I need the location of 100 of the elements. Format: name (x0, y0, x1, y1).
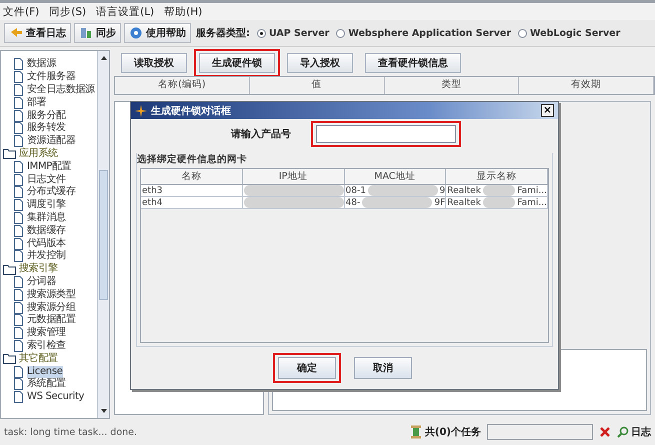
server-radio[interactable]: Websphere Application Server (336, 28, 512, 38)
document-icon (13, 160, 24, 173)
folder-icon (3, 148, 16, 160)
table-cell: eth3 (141, 185, 243, 197)
task-count: 共(0)个任务 (424, 426, 481, 439)
tree-item[interactable]: 服务分配 (27, 110, 66, 122)
column-header: 名称 (141, 169, 243, 184)
menu-item[interactable]: 帮助(H) (164, 4, 202, 18)
column-header: MAC地址 (344, 169, 446, 184)
scroll-thumb[interactable] (99, 170, 108, 300)
menu-item[interactable]: 语言设置(L) (96, 4, 154, 18)
menu-item[interactable]: 文件(F) (3, 4, 40, 18)
document-icon (13, 224, 24, 237)
document-icon (13, 122, 24, 134)
close-button[interactable]: × (541, 104, 554, 117)
cross-icon (599, 426, 611, 438)
tree-item[interactable]: 并发控制 (27, 250, 66, 262)
server-type-label: 服务器类型: (196, 26, 250, 40)
tree-item[interactable]: 系统配置 (27, 378, 66, 390)
dialog-title: 生成硬件锁对话框 (151, 104, 232, 118)
tree-item[interactable]: 集群消息 (27, 212, 66, 224)
server-radio[interactable]: UAP Server (257, 28, 330, 38)
tree-item[interactable]: 调度引擎 (27, 199, 66, 212)
cell-text: 9F (434, 198, 446, 208)
document-icon (13, 212, 24, 224)
action-button[interactable]: 导入授权 (287, 53, 353, 73)
tree-item[interactable]: 服务转发 (27, 122, 66, 134)
action-button[interactable]: 读取授权 (121, 53, 187, 73)
document-icon (13, 327, 24, 340)
scroll-up-icon[interactable] (100, 56, 106, 60)
spool-icon (410, 425, 422, 439)
document-icon (13, 302, 24, 314)
scroll-down-icon[interactable] (100, 409, 106, 413)
column-header: 值 (250, 77, 384, 94)
document-icon (13, 58, 24, 70)
document-icon (13, 238, 24, 250)
tree-item[interactable]: 搜索管理 (27, 327, 66, 340)
star-icon (135, 104, 147, 116)
cell-text: 9 (440, 186, 446, 196)
tree-item[interactable]: License (27, 366, 63, 378)
menu-item[interactable]: 同步(S) (49, 4, 86, 18)
cell-text: Realtek (447, 198, 481, 208)
tree-item[interactable]: 索引检查 (27, 340, 66, 352)
tree-item[interactable]: 应用系统 (19, 148, 58, 160)
tree-item[interactable]: 文件服务器 (27, 71, 76, 84)
document-icon (13, 378, 24, 390)
column-header: 名称(编码) (115, 77, 250, 94)
tree-item[interactable]: 搜索引擎 (19, 263, 58, 276)
toolbar-button[interactable]: 使用帮助 (124, 23, 191, 43)
document-icon (13, 199, 24, 212)
document-icon (13, 135, 24, 148)
document-icon (13, 84, 24, 96)
tree-item[interactable]: 日志文件 (27, 174, 66, 186)
document-icon (13, 366, 24, 378)
cell-text: 48- (346, 198, 360, 208)
document-icon (13, 314, 24, 326)
document-icon (13, 391, 24, 404)
tree-item[interactable]: 安全日志数据源 (27, 84, 95, 96)
tree-item[interactable]: 代码版本 (27, 238, 66, 250)
tree-item[interactable]: WS Security (27, 391, 84, 404)
scrollbar[interactable] (97, 51, 109, 418)
toolbar-button[interactable]: 查看日志 (4, 23, 71, 43)
document-icon (13, 288, 24, 301)
tree-item[interactable]: 数据源 (27, 58, 56, 70)
status-message: task: long time task... done. (4, 426, 138, 438)
chart-icon (79, 26, 93, 40)
document-icon (13, 186, 24, 198)
log-button[interactable]: 日志 (617, 425, 651, 439)
tree-item[interactable]: 数据缓存 (27, 224, 66, 237)
column-header: IP地址 (242, 169, 344, 184)
tree-item[interactable]: 分布式缓存 (27, 186, 76, 198)
product-number-field[interactable] (316, 125, 456, 143)
tree-item[interactable]: 分词器 (27, 276, 56, 288)
document-icon (13, 71, 24, 84)
tree-item[interactable]: 其它配置 (19, 352, 58, 365)
tree-item[interactable]: 部署 (27, 96, 46, 109)
tree-item[interactable]: 搜索源类型 (27, 288, 76, 301)
tree-item[interactable]: 资源适配器 (27, 135, 76, 148)
action-button[interactable]: 生成硬件锁 (199, 53, 275, 73)
document-icon (13, 340, 24, 352)
server-radio[interactable]: WebLogic Server (518, 28, 620, 38)
toolbar-button[interactable]: 同步 (74, 23, 121, 43)
arrow-icon (9, 26, 23, 40)
table-cell: eth4 (141, 197, 243, 209)
dialog-button[interactable]: 取消 (354, 357, 412, 379)
document-icon (13, 174, 24, 186)
magnifier-icon (617, 426, 629, 438)
document-icon (13, 276, 24, 288)
cell-text: Fami... (517, 186, 547, 196)
tree-item[interactable]: IMMP配置 (27, 160, 72, 173)
column-header: 显示名称 (446, 169, 548, 184)
document-icon (13, 110, 24, 122)
cell-text: 08-1 (346, 186, 366, 196)
tree-item[interactable]: 搜索源分组 (27, 302, 76, 314)
dialog-button[interactable]: 确定 (278, 357, 336, 379)
action-button[interactable]: 查看硬件锁信息 (365, 53, 461, 73)
tree-item[interactable]: 元数据配置 (27, 314, 76, 326)
document-icon (13, 250, 24, 262)
cell-text: Realtek (447, 186, 481, 196)
folder-icon (3, 264, 16, 275)
